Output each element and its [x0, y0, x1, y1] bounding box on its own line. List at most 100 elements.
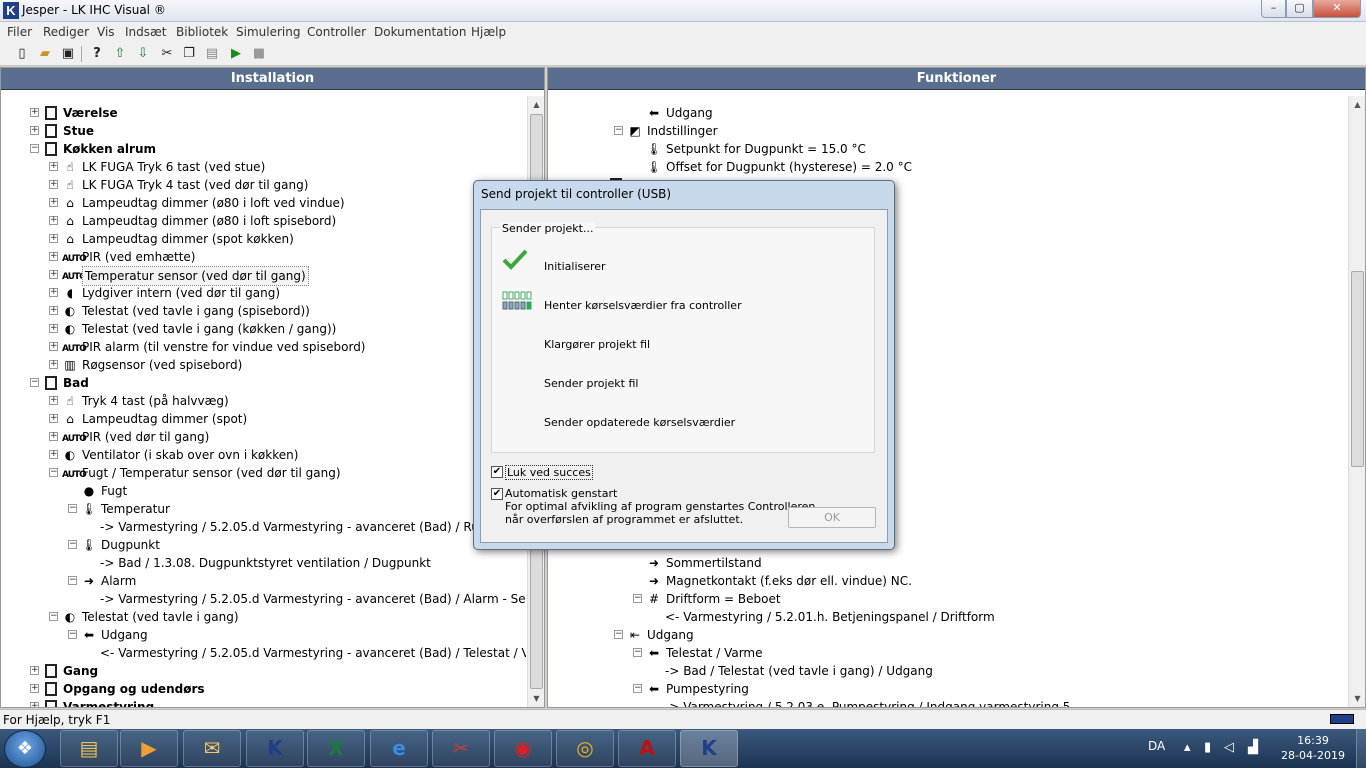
scroll-up-icon[interactable]: ▲: [1349, 96, 1366, 113]
save-icon[interactable]: ▣: [60, 46, 76, 62]
expand-icon[interactable]: +: [49, 414, 58, 423]
functions-tree-row[interactable]: -> Varmestyring / 5.2.03.e. Pumpestyring…: [548, 698, 1347, 707]
collapse-icon[interactable]: −: [68, 504, 77, 513]
collapse-icon[interactable]: −: [633, 684, 642, 693]
installation-tree-row[interactable]: + ☝ Tryk 4 tast (på halvvæg): [1, 392, 526, 410]
expand-icon[interactable]: +: [30, 702, 39, 707]
menu-hjaelp[interactable]: Hjælp: [471, 25, 506, 39]
copy-icon[interactable]: ❐: [181, 46, 197, 62]
expand-icon[interactable]: +: [49, 342, 58, 351]
file-explorer-icon[interactable]: ▤: [60, 730, 118, 767]
pdf-icon[interactable]: A: [618, 730, 676, 767]
collapse-icon[interactable]: −: [30, 378, 39, 387]
expand-icon[interactable]: +: [49, 198, 58, 207]
start-button[interactable]: ❖: [4, 730, 46, 768]
installation-tree-row[interactable]: + ◐ Telestat (ved tavle i gang (spisebord)…: [1, 302, 526, 320]
installation-tree-row[interactable]: + AUTO PIR (ved dør til gang): [1, 428, 526, 446]
scroll-down-icon[interactable]: ▼: [528, 690, 545, 707]
close-on-success-checkbox[interactable]: ✔: [491, 466, 503, 478]
network-icon[interactable]: ▟: [1248, 740, 1258, 755]
installation-tree-row[interactable]: + Værelse: [1, 104, 526, 122]
chrome-icon[interactable]: ◎: [556, 730, 614, 767]
installation-tree-row[interactable]: <- Varmestyring / 5.2.05.d Varmestyring …: [1, 644, 526, 662]
functions-tree-row[interactable]: − ⬅ Pumpestyring: [548, 680, 1347, 698]
menu-bibliotek[interactable]: Bibliotek: [176, 25, 228, 39]
installation-tree-row[interactable]: − ➜ Alarm: [1, 572, 526, 590]
installation-tree-row[interactable]: + ⌂ Lampeudtag dimmer (ø80 i loft ved vind…: [1, 194, 526, 212]
functions-tree-row[interactable]: − ⇤ Udgang: [548, 626, 1347, 644]
installation-tree-row[interactable]: + AUTO PIR (ved emhætte): [1, 248, 526, 266]
expand-icon[interactable]: +: [49, 432, 58, 441]
installation-tree-row[interactable]: + ☝ LK FUGA Tryk 6 tast (ved stue): [1, 158, 526, 176]
installation-tree-row[interactable]: -> Varmestyring / 5.2.05.d Varmestyring …: [1, 590, 526, 608]
expand-icon[interactable]: +: [49, 396, 58, 405]
installation-tree-row[interactable]: + Stue: [1, 122, 526, 140]
menu-dokumentation[interactable]: Dokumentation: [374, 25, 467, 39]
installation-tree-row[interactable]: − ⬅ Udgang: [1, 626, 526, 644]
collapse-icon[interactable]: −: [49, 612, 58, 621]
menu-simulering[interactable]: Simulering: [236, 25, 300, 39]
scroll-down-icon[interactable]: ▼: [1349, 690, 1366, 707]
installation-tree-row[interactable]: + ◖ Lydgiver intern (ved dør til gang): [1, 284, 526, 302]
functions-tree-row[interactable]: -> Bad / Telestat (ved tavle i gang) / U…: [548, 662, 1347, 680]
close-button[interactable]: ✕: [1313, 0, 1361, 18]
ok-button[interactable]: OK: [788, 507, 876, 528]
new-icon[interactable]: ▯: [14, 46, 30, 62]
collapse-icon[interactable]: −: [614, 630, 623, 639]
mail-icon[interactable]: ✉: [183, 730, 241, 767]
collapse-icon[interactable]: −: [68, 630, 77, 639]
media-player-icon[interactable]: ▶: [120, 730, 178, 767]
collapse-icon[interactable]: −: [614, 126, 623, 135]
language-indicator[interactable]: DA: [1148, 739, 1165, 753]
expand-icon[interactable]: +: [49, 162, 58, 171]
functions-tree-row[interactable]: ➜ Magnetkontakt (f.eks dør ell. vindue) N…: [548, 572, 1347, 590]
collapse-icon[interactable]: −: [49, 468, 58, 477]
help-icon[interactable]: ?: [89, 46, 105, 62]
installation-tree-row[interactable]: + ◐ Ventilator (i skab over ovn i køkken): [1, 446, 526, 464]
functions-tree-row[interactable]: ⬅ Udgang: [548, 104, 1347, 122]
installation-tree-row[interactable]: ● Fugt: [1, 482, 526, 500]
installation-tree-row[interactable]: − Køkken alrum: [1, 140, 526, 158]
minimize-button[interactable]: –: [1261, 0, 1286, 18]
installation-tree-row[interactable]: + ⌂ Lampeudtag dimmer (ø80 i loft spisebor…: [1, 212, 526, 230]
installation-tree-row[interactable]: + ⌂ Lampeudtag dimmer (spot køkken): [1, 230, 526, 248]
expand-icon[interactable]: +: [49, 360, 58, 369]
collapse-icon[interactable]: −: [68, 576, 77, 585]
menu-vis[interactable]: Vis: [97, 25, 115, 39]
installation-tree-row[interactable]: − Bad: [1, 374, 526, 392]
download-icon[interactable]: ⇩: [135, 46, 151, 62]
battery-icon[interactable]: ▮: [1204, 740, 1211, 755]
lk-ihc-icon[interactable]: K: [246, 730, 304, 767]
expand-icon[interactable]: +: [49, 234, 58, 243]
scroll-up-icon[interactable]: ▲: [528, 96, 545, 113]
menu-filer[interactable]: Filer: [7, 25, 32, 39]
installation-tree-row[interactable]: + AUTO Temperatur sensor (ved dør til gang…: [1, 266, 526, 286]
functions-tree-row[interactable]: 🌡 Offset for Dugpunkt (hysterese) = 2.0 °…: [548, 158, 1347, 176]
auto-restart-checkbox[interactable]: ✔: [491, 488, 503, 500]
collapse-icon[interactable]: −: [30, 144, 39, 153]
installation-tree-row[interactable]: + Gang: [1, 662, 526, 680]
installation-tree-row[interactable]: + Opgang og udendørs: [1, 680, 526, 698]
cut-icon[interactable]: ✂: [159, 46, 175, 62]
expand-icon[interactable]: +: [30, 108, 39, 117]
installation-tree-row[interactable]: + ⌂ Lampeudtag dimmer (spot): [1, 410, 526, 428]
snipping-tool-icon[interactable]: ✂: [432, 730, 490, 767]
installation-tree-row[interactable]: + ◐ Telestat (ved tavle i gang (køkken / g…: [1, 320, 526, 338]
installation-tree-row[interactable]: + ▥ Røgsensor (ved spisebord): [1, 356, 526, 374]
functions-tree-row[interactable]: 🌡 Setpunkt for Dugpunkt = 15.0 °C: [548, 140, 1347, 158]
scrollbar-thumb[interactable]: [1351, 271, 1364, 467]
menu-rediger[interactable]: Rediger: [43, 25, 89, 39]
expand-icon[interactable]: +: [30, 684, 39, 693]
red-circle-app-icon[interactable]: ◉: [494, 730, 552, 767]
collapse-icon[interactable]: −: [68, 540, 77, 549]
installation-tree-row[interactable]: -> Bad / 1.3.08. Dugpunktstyret ventilat…: [1, 554, 526, 572]
functions-tree-row[interactable]: − ◩ Indstillinger: [548, 122, 1347, 140]
installation-tree-row[interactable]: − 🌡 Temperatur: [1, 500, 526, 518]
expand-icon[interactable]: +: [49, 324, 58, 333]
installation-tree-row[interactable]: − ◐ Telestat (ved tavle i gang): [1, 608, 526, 626]
volume-icon[interactable]: ◁: [1224, 740, 1234, 755]
show-desktop-button[interactable]: [1356, 729, 1366, 768]
installation-tree-row[interactable]: − 🌡 Dugpunkt: [1, 536, 526, 554]
lk-ihc-active-icon[interactable]: K: [680, 730, 738, 767]
menu-controller[interactable]: Controller: [307, 25, 366, 39]
